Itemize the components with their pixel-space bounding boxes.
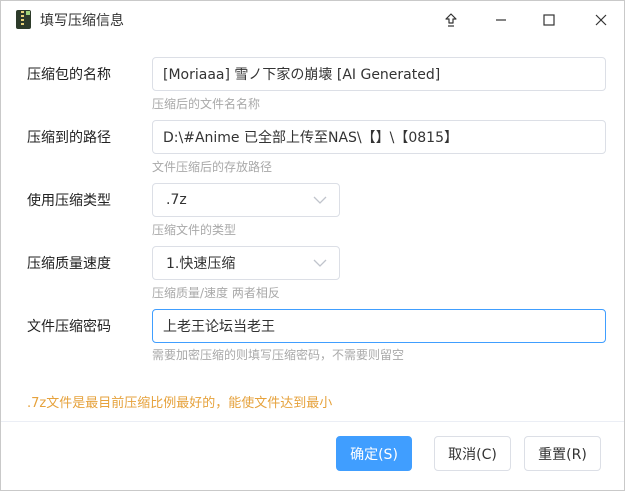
compression-speed-select[interactable]: 1.快速压缩 — [152, 246, 340, 280]
compression-speed-value: 1.快速压缩 — [166, 256, 236, 272]
archive-name-label: 压缩包的名称 — [27, 67, 111, 83]
compression-speed-hint: 压缩质量/速度 两者相反 — [152, 286, 280, 300]
minimize-button[interactable] — [477, 1, 525, 39]
maximize-icon — [543, 14, 555, 26]
confirm-button[interactable]: 确定(S) — [336, 436, 412, 471]
password-input[interactable]: 上老王论坛当老王 — [152, 309, 606, 343]
compression-type-value: .7z — [166, 192, 187, 208]
maximize-button[interactable] — [525, 1, 573, 39]
title-bar: 填写压缩信息 — [1, 1, 624, 39]
output-path-label: 压缩到的路径 — [27, 130, 111, 146]
compression-type-hint: 压缩文件的类型 — [152, 223, 237, 237]
close-button[interactable] — [577, 1, 625, 39]
compression-type-label: 使用压缩类型 — [27, 193, 111, 209]
compression-type-select[interactable]: .7z — [152, 183, 340, 217]
password-hint: 需要加密压缩的则填写压缩密码，不需要则留空 — [152, 348, 405, 362]
chevron-down-icon — [313, 259, 327, 267]
close-icon — [595, 14, 607, 26]
archive-name-input[interactable]: [Moriaaa] 雪ノ下家の崩壊 [AI Generated] — [152, 57, 606, 91]
output-path-input[interactable]: D:\#Anime 已全部上传至NAS\【】\【0815】 — [152, 120, 606, 154]
footer-divider — [1, 421, 624, 422]
output-path-hint: 文件压缩后的存放路径 — [152, 160, 273, 174]
archive-app-icon — [16, 10, 31, 29]
cancel-button[interactable]: 取消(C) — [434, 436, 511, 471]
compression-note: .7z文件是最目前压缩比例最好的，能使文件达到最小 — [27, 396, 333, 411]
compress-info-dialog: 填写压缩信息 压缩包的名称 [Moriaaa] 雪ノ下家の崩壊 [AI Gene… — [0, 0, 625, 491]
pin-button[interactable] — [427, 1, 475, 39]
chevron-down-icon — [313, 196, 327, 204]
reset-button[interactable]: 重置(R) — [524, 436, 601, 471]
window-title: 填写压缩信息 — [40, 13, 124, 29]
pin-icon — [445, 13, 457, 27]
minimize-icon — [496, 19, 506, 21]
archive-name-hint: 压缩后的文件名名称 — [152, 97, 261, 111]
password-label: 文件压缩密码 — [27, 319, 111, 335]
compression-speed-label: 压缩质量速度 — [27, 256, 111, 272]
